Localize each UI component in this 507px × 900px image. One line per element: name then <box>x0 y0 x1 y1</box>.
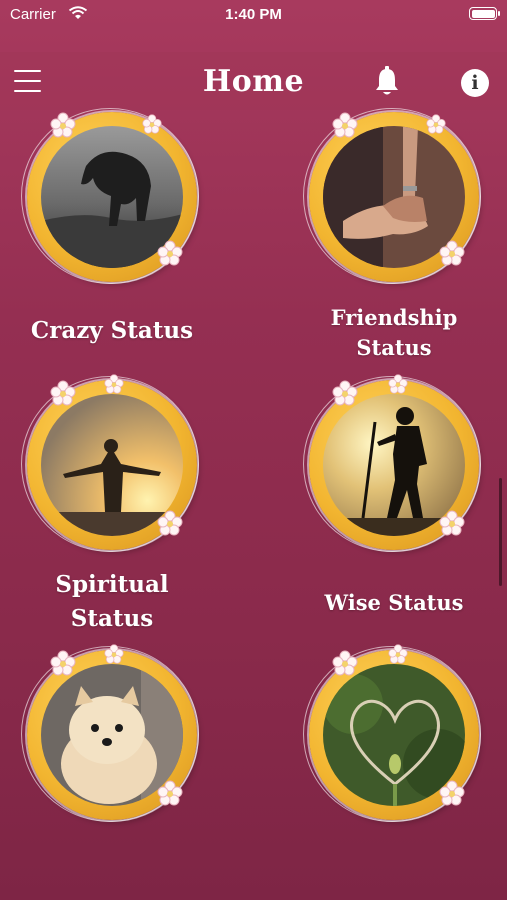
flower-decoration-icon <box>332 380 358 406</box>
category-friendship-status[interactable]: Friendship Status <box>303 108 484 360</box>
category-label: Wise Status <box>324 590 464 615</box>
flower-decoration-icon <box>439 510 465 536</box>
battery-icon <box>469 7 500 20</box>
scrollbar[interactable] <box>499 478 502 586</box>
info-icon[interactable]: i <box>461 69 489 97</box>
flower-decoration-icon <box>157 240 183 266</box>
flower-decoration-icon <box>50 380 76 406</box>
flower-decoration-icon <box>439 240 465 266</box>
status-bar: Carrier 1:40 PM <box>0 0 507 32</box>
flower-decoration-icon <box>104 644 124 664</box>
flower-decoration-icon <box>388 374 408 394</box>
flower-decoration-icon <box>388 644 408 664</box>
category-card-heart-plant[interactable] <box>303 644 484 838</box>
navigation-bar: Home i <box>0 52 507 110</box>
flower-decoration-icon <box>439 780 465 806</box>
flower-decoration-icon <box>104 374 124 394</box>
flower-decoration-icon <box>332 650 358 676</box>
flower-decoration-icon <box>157 780 183 806</box>
flower-decoration-icon <box>142 114 162 134</box>
category-spiritual-status[interactable]: Spiritual Status <box>21 374 202 638</box>
category-wise-status[interactable]: Wise Status <box>303 374 484 638</box>
flower-decoration-icon <box>426 114 446 134</box>
flower-decoration-icon <box>50 650 76 676</box>
flower-decoration-icon <box>157 510 183 536</box>
category-crazy-status[interactable]: Crazy Status <box>21 108 202 360</box>
clock: 1:40 PM <box>225 6 282 23</box>
flower-decoration-icon <box>332 112 358 138</box>
category-card-dog[interactable] <box>21 644 202 838</box>
flower-decoration-icon <box>50 112 76 138</box>
category-label: Friendship Status <box>330 305 458 360</box>
bell-icon[interactable] <box>373 66 401 96</box>
page-title: Home <box>202 64 305 99</box>
category-label: Spiritual Status <box>55 571 169 632</box>
category-label: Crazy Status <box>30 317 194 344</box>
